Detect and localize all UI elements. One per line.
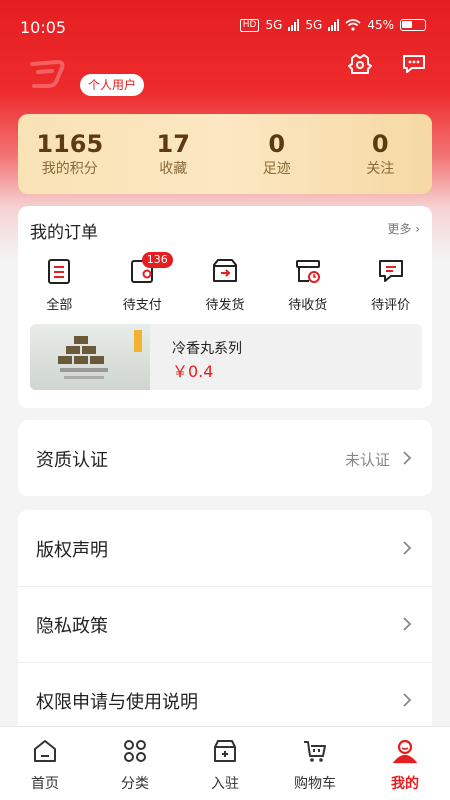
status-bar: 10:05 HD 5G 5G 45% bbox=[0, 0, 450, 54]
tab-label: 我的 bbox=[391, 776, 419, 792]
tab-category[interactable]: 分类 bbox=[90, 727, 180, 800]
chevron-right-icon bbox=[403, 451, 412, 465]
orders-card: 我的订单 更多 › 全部 136 待支付 待发货 待收货 待评价 冷香丸系列 ￥… bbox=[18, 206, 432, 408]
truck-box-icon bbox=[212, 259, 237, 282]
promo-product[interactable]: 冷香丸系列 ￥0.4 bbox=[30, 324, 422, 390]
order-label: 待评价 bbox=[371, 298, 411, 313]
settings-menu: 版权声明 隐私政策 权限申请与使用说明 bbox=[18, 510, 432, 740]
menu-item-label: 隐私政策 bbox=[36, 616, 108, 637]
tab-label: 购物车 bbox=[294, 776, 336, 792]
orders-more-link[interactable]: 更多 › bbox=[387, 220, 420, 237]
hd-indicator: HD bbox=[239, 18, 260, 32]
product-image bbox=[30, 324, 150, 390]
product-name: 冷香丸系列 bbox=[172, 341, 242, 357]
product-stack-illustration bbox=[58, 330, 142, 379]
status-time: 10:05 bbox=[20, 18, 67, 37]
order-label: 待支付 bbox=[122, 298, 162, 313]
order-status-grid: 全部 136 待支付 待发货 待收货 待评价 bbox=[18, 252, 432, 313]
stat-following[interactable]: 0 关注 bbox=[329, 129, 433, 179]
certification-status: 未认证 bbox=[344, 451, 390, 469]
tab-cart[interactable]: 购物车 bbox=[270, 727, 360, 800]
order-pending-payment[interactable]: 136 待支付 bbox=[101, 252, 184, 313]
status-icons: HD 5G 5G 45% bbox=[239, 18, 426, 32]
stat-label: 关注 bbox=[366, 161, 395, 177]
store-icon bbox=[214, 740, 236, 762]
package-clock-icon bbox=[295, 260, 320, 283]
chevron-right-icon: › bbox=[415, 222, 420, 236]
stat-value: 0 bbox=[371, 130, 389, 158]
menu-item-label: 权限申请与使用说明 bbox=[36, 692, 198, 713]
avatar-logo-icon[interactable] bbox=[28, 58, 70, 88]
certification-row[interactable]: 资质认证 未认证 bbox=[18, 420, 432, 496]
message-icon[interactable] bbox=[400, 52, 428, 76]
cart-icon bbox=[304, 741, 326, 762]
tab-label: 首页 bbox=[31, 776, 59, 792]
network-label-1: 5G bbox=[265, 18, 283, 32]
menu-item-label: 版权声明 bbox=[36, 540, 108, 561]
pending-payment-badge: 136 bbox=[141, 252, 173, 268]
stat-value: 17 bbox=[156, 130, 190, 158]
stat-points[interactable]: 1165 我的积分 bbox=[18, 129, 122, 179]
certification-label: 资质认证 bbox=[36, 450, 108, 471]
battery-icon bbox=[400, 19, 426, 31]
home-icon bbox=[34, 740, 56, 762]
chevron-right-icon bbox=[403, 693, 412, 707]
stat-favorites[interactable]: 17 收藏 bbox=[122, 129, 226, 179]
stat-label: 收藏 bbox=[159, 161, 188, 177]
order-pending-review[interactable]: 待评价 bbox=[349, 256, 432, 313]
tab-home[interactable]: 首页 bbox=[0, 727, 90, 800]
tab-label: 分类 bbox=[121, 776, 149, 792]
signal-icon bbox=[328, 19, 340, 31]
comment-icon bbox=[378, 260, 403, 282]
orders-title: 我的订单 bbox=[30, 223, 98, 243]
order-pending-shipment[interactable]: 待发货 bbox=[184, 256, 267, 313]
tab-join[interactable]: 入驻 bbox=[180, 727, 270, 800]
stat-label: 足迹 bbox=[262, 161, 291, 177]
product-price: ￥0.4 bbox=[172, 362, 214, 381]
order-label: 待发货 bbox=[205, 298, 245, 313]
network-label-2: 5G bbox=[305, 18, 323, 32]
settings-icon[interactable] bbox=[346, 52, 374, 76]
menu-item-privacy[interactable]: 隐私政策 bbox=[18, 586, 432, 662]
tab-mine[interactable]: 我的 bbox=[360, 727, 450, 800]
order-label: 待收货 bbox=[288, 298, 328, 313]
stat-label: 我的积分 bbox=[41, 161, 98, 177]
stat-footprints[interactable]: 0 足迹 bbox=[225, 129, 329, 179]
order-all[interactable]: 全部 bbox=[18, 256, 101, 313]
chevron-right-icon bbox=[403, 541, 412, 555]
order-pending-receipt[interactable]: 待收货 bbox=[266, 256, 349, 313]
stats-card: 1165 我的积分 17 收藏 0 足迹 0 关注 bbox=[18, 114, 432, 194]
grid-icon bbox=[124, 740, 146, 762]
stat-value: 1165 bbox=[36, 130, 104, 158]
tab-label: 入驻 bbox=[211, 776, 239, 792]
signal-icon bbox=[288, 19, 300, 31]
chevron-right-icon bbox=[403, 617, 412, 631]
orders-more-label: 更多 bbox=[387, 222, 412, 236]
user-icon bbox=[392, 739, 418, 764]
menu-item-copyright[interactable]: 版权声明 bbox=[18, 510, 432, 586]
user-type-badge: 个人用户 bbox=[80, 74, 145, 96]
battery-percent: 45% bbox=[367, 18, 394, 32]
clipboard-icon bbox=[48, 259, 71, 284]
order-label: 全部 bbox=[46, 298, 73, 313]
stat-value: 0 bbox=[268, 130, 286, 158]
bottom-tab-bar: 首页 分类 入驻 购物车 我的 bbox=[0, 726, 450, 800]
wifi-icon bbox=[345, 19, 361, 31]
